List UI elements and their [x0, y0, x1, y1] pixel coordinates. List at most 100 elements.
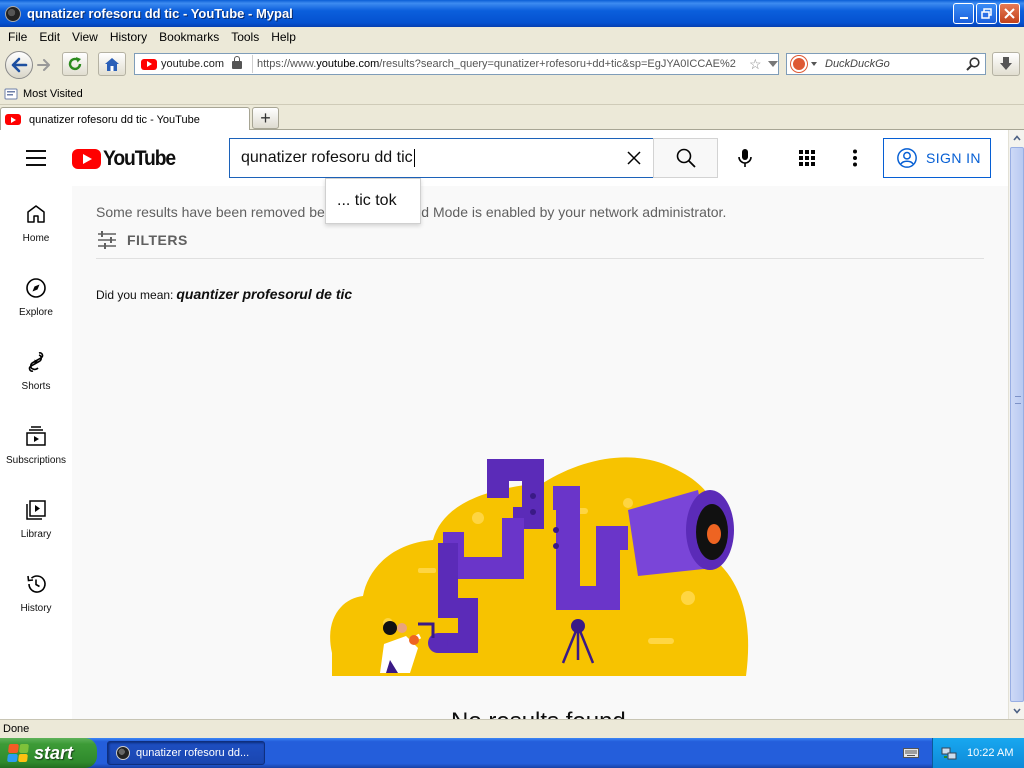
explore-icon [26, 278, 46, 298]
filters-button[interactable]: FILTERS [96, 230, 188, 250]
account-circle-icon [897, 148, 917, 168]
menu-file[interactable]: File [2, 30, 33, 44]
forward-arrow-icon [37, 59, 50, 71]
url-path: /results?search_query=qunatizer+rofesoru… [379, 58, 736, 70]
url-text[interactable]: https://www.youtube.com/results?search_q… [257, 58, 747, 70]
guide-item-history[interactable]: History [0, 556, 72, 630]
back-arrow-icon [11, 57, 28, 73]
guide-item-library[interactable]: Library [0, 482, 72, 556]
url-bar[interactable]: youtube.com https://www.youtube.com/resu… [134, 53, 779, 75]
guide-item-shorts[interactable]: Shorts [0, 334, 72, 408]
window-title: qunatizer rofesoru dd tic - YouTube - My… [27, 6, 293, 21]
search-engine-dropdown-icon[interactable] [811, 62, 817, 66]
reload-icon [68, 57, 82, 71]
guide-label-explore: Explore [19, 307, 53, 318]
scrollbar-thumb[interactable] [1010, 147, 1024, 702]
menu-history[interactable]: History [104, 30, 153, 44]
bookmark-star-icon[interactable]: ☆ [749, 56, 762, 73]
url-history-dropdown-icon[interactable] [767, 61, 778, 67]
reload-button[interactable] [62, 52, 88, 76]
minimize-icon [959, 16, 968, 19]
menu-view[interactable]: View [66, 30, 104, 44]
filters-divider [96, 258, 984, 259]
new-tab-button[interactable]: + [252, 107, 279, 129]
library-icon [26, 500, 46, 520]
back-button[interactable] [5, 51, 33, 79]
guide-label-shorts: Shorts [21, 381, 51, 392]
navigation-toolbar: youtube.com https://www.youtube.com/resu… [0, 46, 1024, 84]
youtube-favicon-icon [5, 114, 21, 125]
window-title-bar[interactable]: qunatizer rofesoru dd tic - YouTube - My… [0, 0, 1024, 27]
search-query-text: qunatizer rofesoru dd tic [241, 148, 622, 167]
vertical-scrollbar[interactable] [1008, 130, 1024, 719]
most-visited-link[interactable]: Most Visited [23, 88, 83, 100]
restore-button[interactable] [976, 3, 997, 24]
youtube-logo-text: YouTube [103, 147, 176, 170]
guide-label-home: Home [22, 233, 50, 244]
youtube-search-button[interactable] [653, 138, 718, 178]
windows-taskbar: start qunatizer rofesoru dd... 10:22 AM [0, 738, 1024, 768]
guide-item-explore[interactable]: Explore [0, 260, 72, 334]
status-bar: Done [0, 719, 1024, 738]
history-icon [27, 575, 46, 593]
most-visited-icon [4, 88, 18, 100]
start-button[interactable]: start [0, 738, 97, 768]
download-arrow-icon [1000, 57, 1012, 70]
menu-bookmarks[interactable]: Bookmarks [153, 30, 225, 44]
did-you-mean-suggestion-link[interactable]: quantizer profesorul de tic [176, 286, 352, 302]
clock[interactable]: 10:22 AM [967, 747, 1013, 759]
status-text: Done [3, 723, 30, 735]
mypal-app-icon [116, 746, 130, 760]
search-engine-placeholder: DuckDuckGo [825, 58, 890, 70]
did-you-mean-label: Did you mean: [96, 288, 174, 302]
menu-bar: File Edit View History Bookmarks Tools H… [0, 27, 1024, 46]
minimize-button[interactable] [953, 3, 974, 24]
guide-menu-icon[interactable] [26, 150, 46, 166]
no-results-illustration [330, 457, 749, 676]
downloads-button[interactable] [992, 52, 1020, 76]
voice-search-mic-icon[interactable] [733, 146, 757, 170]
menu-tools[interactable]: Tools [225, 30, 265, 44]
search-icon[interactable] [965, 56, 981, 72]
guide-item-home[interactable]: Home [0, 186, 72, 260]
duckduckgo-icon [791, 56, 807, 72]
search-suggestion-item[interactable]: ... tic tok [325, 178, 421, 224]
search-icon [676, 148, 696, 168]
more-settings-icon[interactable] [843, 146, 867, 170]
search-query-value: qunatizer rofesoru dd tic [241, 149, 413, 167]
tab-youtube-results[interactable]: qunatizer rofesoru dd tic - YouTube [0, 107, 250, 131]
scroll-up-arrow-icon[interactable] [1010, 130, 1024, 146]
home-icon [105, 57, 119, 71]
tab-strip: qunatizer rofesoru dd tic - YouTube + [0, 105, 1024, 131]
youtube-play-logo-icon [72, 149, 101, 169]
sign-in-button[interactable]: SIGN IN [883, 138, 991, 178]
guide-item-subscriptions[interactable]: Subscriptions [0, 408, 72, 482]
mypal-app-icon [5, 5, 21, 22]
apps-grid-icon[interactable] [795, 146, 819, 170]
taskbar-window-button[interactable]: qunatizer rofesoru dd... [107, 741, 265, 765]
youtube-favicon-icon [141, 58, 157, 70]
home-button[interactable] [98, 52, 126, 76]
clear-search-icon[interactable] [622, 146, 646, 170]
close-window-button[interactable] [999, 3, 1020, 24]
no-results-heading: No results found [451, 708, 626, 719]
guide-label-subscriptions: Subscriptions [5, 455, 67, 466]
menu-help[interactable]: Help [265, 30, 302, 44]
windows-flag-icon [7, 744, 29, 762]
scroll-down-arrow-icon[interactable] [1010, 703, 1024, 719]
left-guide: Home Explore Shorts Subscriptions Librar… [0, 186, 72, 719]
guide-label-history: History [20, 603, 52, 614]
forward-button[interactable] [34, 56, 54, 74]
search-engine-bar[interactable]: DuckDuckGo [786, 53, 986, 75]
guide-label-library: Library [20, 529, 52, 540]
network-icon[interactable] [941, 745, 957, 761]
youtube-search-input[interactable]: qunatizer rofesoru dd tic [229, 138, 654, 178]
youtube-logo[interactable]: YouTube [72, 147, 181, 171]
filters-label: FILTERS [127, 232, 188, 248]
bookmarks-toolbar: Most Visited [0, 84, 1024, 105]
site-identity-chip[interactable]: youtube.com [137, 55, 253, 73]
filter-sliders-icon [98, 231, 116, 249]
shorts-icon [28, 352, 44, 372]
menu-edit[interactable]: Edit [33, 30, 66, 44]
keyboard-layout-icon[interactable] [903, 747, 919, 759]
